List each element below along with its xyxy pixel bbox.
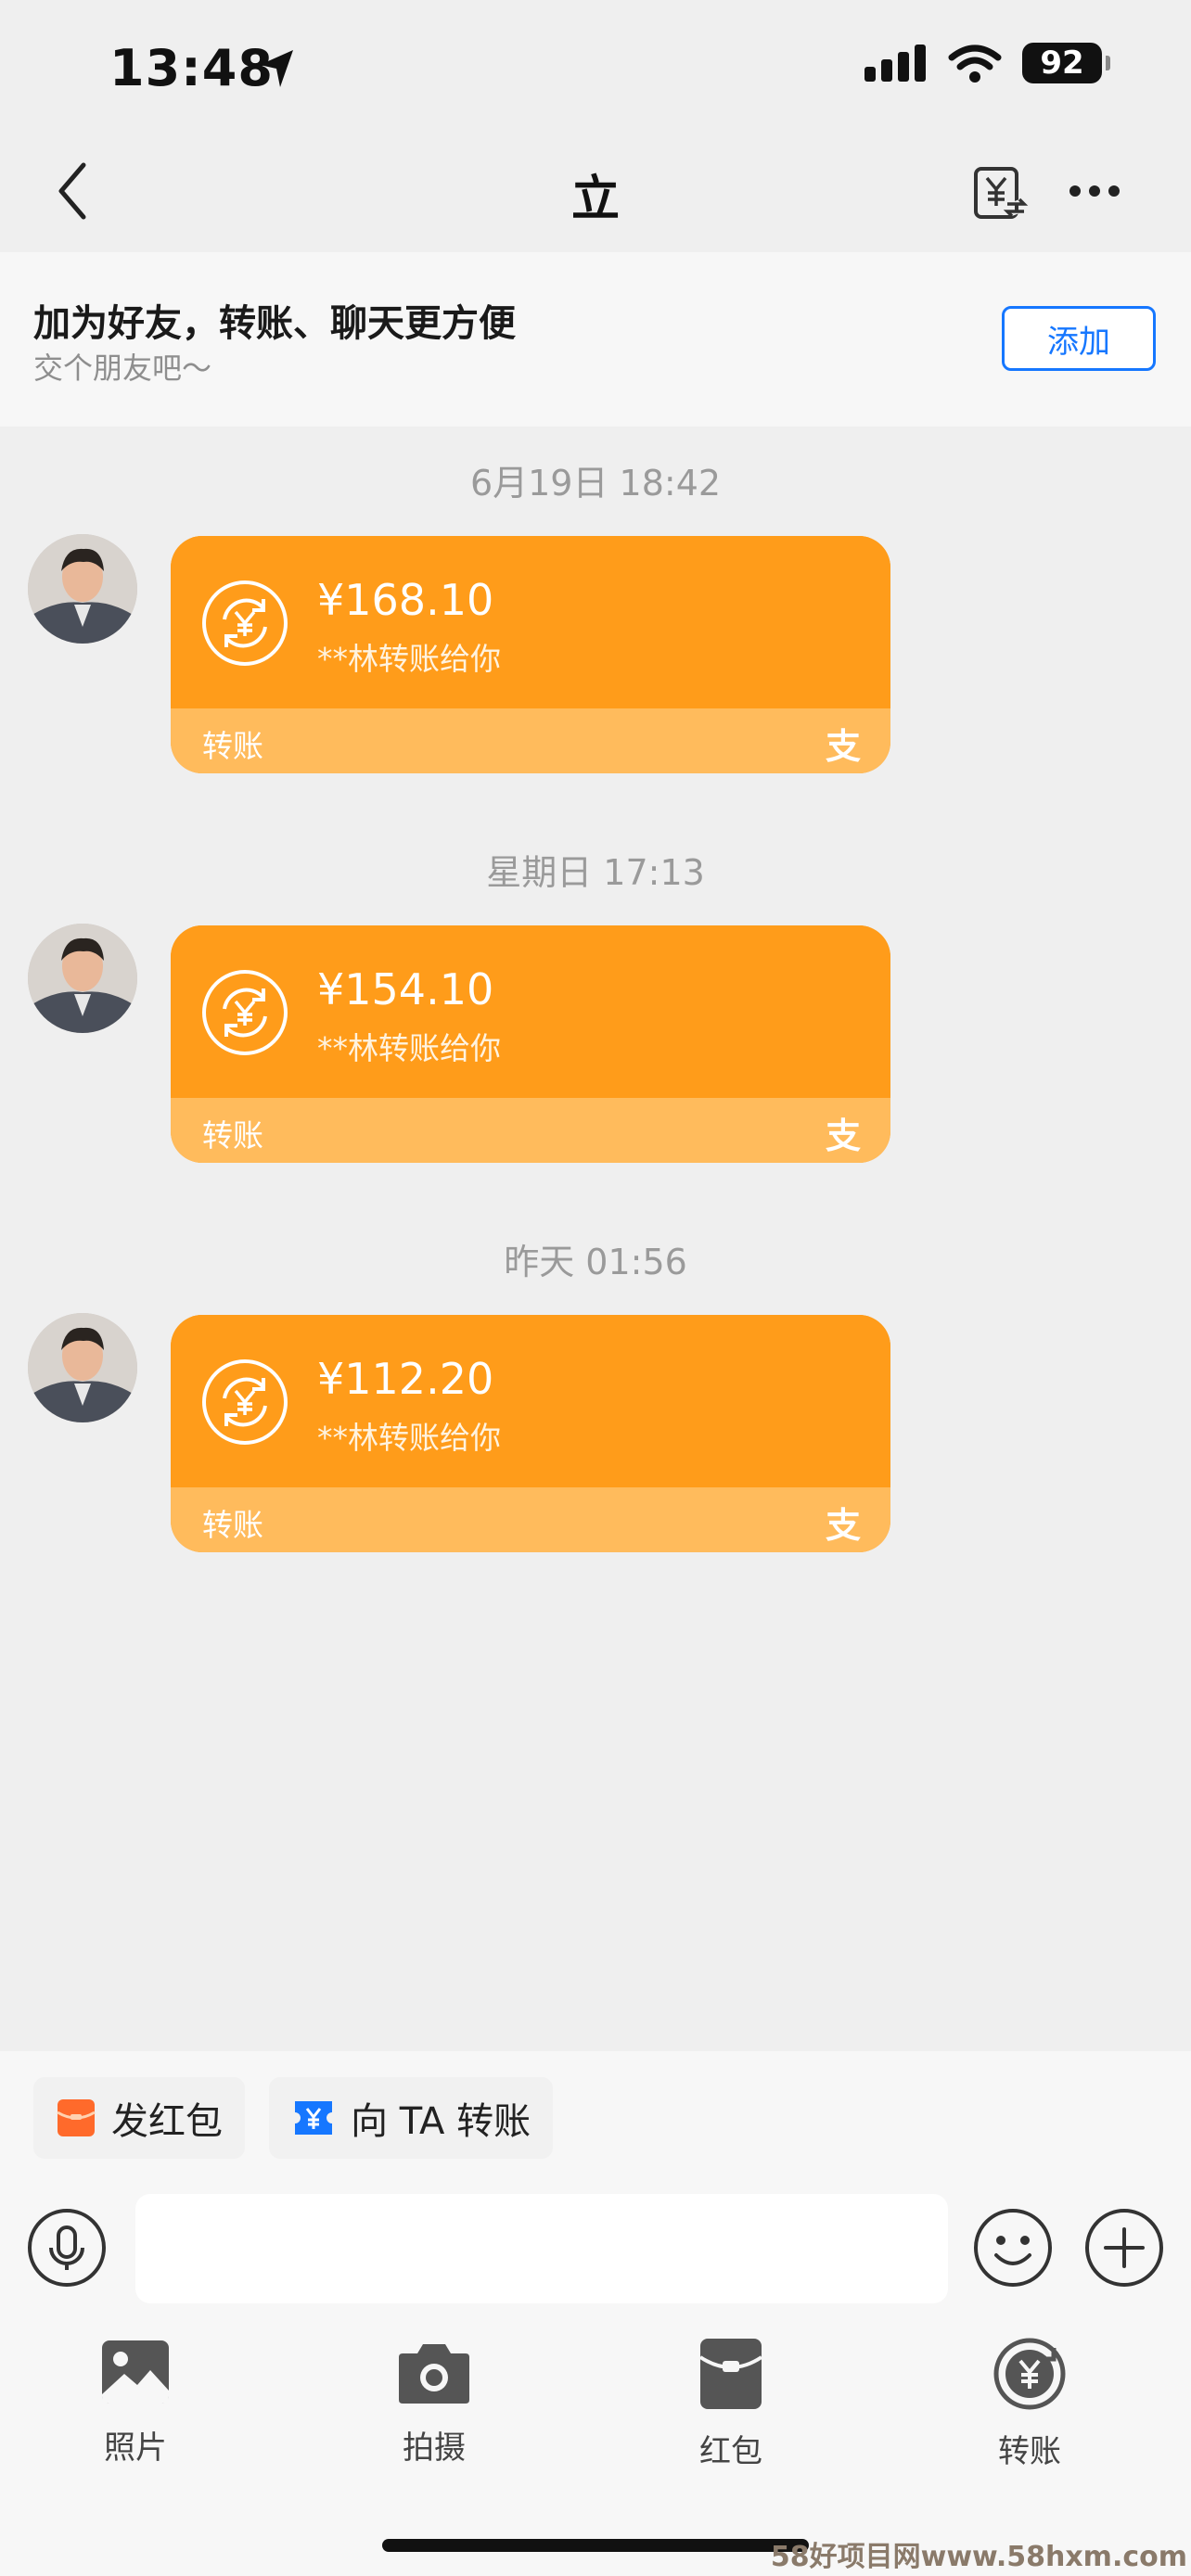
banner-title: 加为好友，转账、聊天更方便	[33, 302, 516, 345]
tool-photo-label: 照片	[104, 2429, 167, 2467]
alipay-logo-icon: 支	[825, 726, 861, 767]
banner-subtitle: 交个朋友吧～	[33, 351, 212, 386]
message-timestamp: 昨天 01:56	[504, 1242, 687, 1282]
message-timestamp: 星期日 17:13	[486, 852, 705, 893]
wifi-icon	[948, 45, 1002, 83]
transfer-yuan-icon	[202, 970, 288, 1055]
transfer-label: 转账	[202, 728, 263, 764]
tool-red-packet-label: 红包	[699, 2433, 762, 2470]
transfer-card-footer	[171, 708, 890, 773]
tool-photo[interactable]: 照片	[43, 2337, 228, 2468]
more-button[interactable]	[1067, 171, 1122, 211]
voice-button[interactable]	[26, 2207, 108, 2289]
status-time: 13:48	[109, 39, 274, 97]
microphone-icon	[28, 2209, 106, 2287]
battery-indicator: 92	[1022, 43, 1110, 83]
status-right: 92	[864, 43, 1110, 83]
message-input[interactable]	[135, 2194, 948, 2303]
transfer-ticket-icon	[295, 2101, 332, 2135]
avatar[interactable]	[28, 534, 137, 644]
send-red-envelope-label: 发红包	[111, 2100, 223, 2143]
tool-red-packet[interactable]: 红包	[638, 2337, 824, 2471]
transfer-to-ta-chip[interactable]: 向 TA 转账	[269, 2077, 554, 2159]
tool-camera[interactable]: 拍摄	[341, 2337, 527, 2468]
tool-transfer[interactable]: 转账	[937, 2337, 1122, 2471]
cellular-signal-icon	[864, 45, 926, 82]
smiley-face-icon	[974, 2209, 1052, 2287]
transfer-amount: ¥112.20	[317, 1354, 494, 1404]
transfer-card[interactable]: ¥112.20 **林转账给你 转账 支	[171, 1315, 890, 1552]
message-timestamp: 6月19日 18:42	[469, 463, 722, 504]
transfer-yuan-icon	[202, 1359, 288, 1445]
avatar-image	[28, 534, 137, 644]
tool-transfer-label: 转账	[998, 2433, 1061, 2470]
photo-icon	[102, 2340, 169, 2404]
watermark: 58好项目网www.58hxm.com	[770, 2541, 1187, 2573]
red-envelope-icon	[57, 2099, 96, 2136]
send-red-envelope-chip[interactable]: 发红包	[33, 2077, 245, 2159]
more-dots-icon	[1069, 185, 1120, 197]
transfer-icon	[993, 2338, 1066, 2410]
transfer-amount: ¥154.10	[317, 964, 494, 1014]
emoji-button[interactable]	[972, 2207, 1054, 2289]
transfer-card-footer	[171, 1098, 890, 1163]
plus-circle-icon	[1085, 2209, 1163, 2287]
transfer-currency-button[interactable]	[967, 159, 1033, 226]
transfer-description: **林转账给你	[317, 641, 501, 677]
alipay-logo-icon: 支	[825, 1116, 861, 1156]
red-packet-icon	[698, 2339, 763, 2409]
transfer-label: 转账	[202, 1117, 263, 1154]
transfer-label: 转账	[202, 1507, 263, 1543]
transfer-amount: ¥168.10	[317, 575, 494, 625]
home-indicator	[382, 2539, 809, 2552]
tool-camera-label: 拍摄	[403, 2429, 466, 2467]
transfer-description: **林转账给你	[317, 1030, 501, 1066]
transfer-description: **林转账给你	[317, 1420, 501, 1456]
avatar[interactable]	[28, 1313, 137, 1422]
add-friend-button[interactable]: 添加	[1002, 306, 1156, 371]
avatar-image	[28, 924, 137, 1033]
location-arrow-icon	[260, 50, 293, 87]
camera-icon	[399, 2344, 469, 2404]
transfer-card[interactable]: ¥154.10 **林转账给你 转账 支	[171, 925, 890, 1163]
avatar[interactable]	[28, 924, 137, 1033]
transfer-to-ta-label: 向 TA 转账	[351, 2100, 531, 2143]
transfer-yuan-icon	[202, 580, 288, 666]
more-actions-button[interactable]	[1083, 2207, 1165, 2289]
alipay-logo-icon: 支	[825, 1505, 861, 1546]
transfer-card[interactable]: ¥168.10 **林转账给你 转账 支	[171, 536, 890, 773]
avatar-image	[28, 1313, 137, 1422]
transfer-card-footer	[171, 1487, 890, 1552]
currency-exchange-icon	[974, 167, 1029, 219]
